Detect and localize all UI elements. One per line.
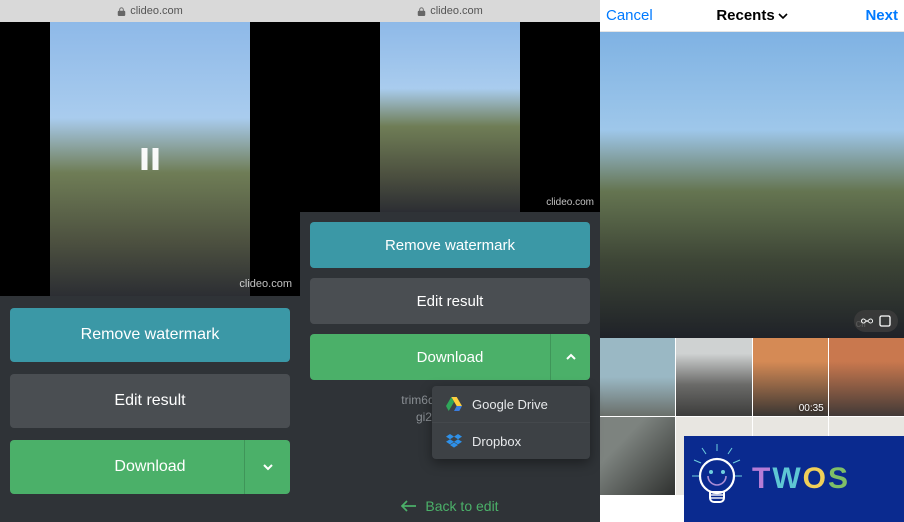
button-stack: Remove watermark Edit result Download — [300, 212, 600, 386]
back-to-edit-link[interactable]: Back to edit — [300, 476, 600, 522]
button-stack: Remove watermark Edit result Download — [0, 296, 300, 504]
dropdown-item-gdrive[interactable]: Google Drive — [432, 386, 590, 422]
thumbnail[interactable] — [600, 417, 675, 495]
arrow-left-icon — [401, 500, 417, 512]
chevron-down-icon — [261, 460, 275, 474]
twos-banner: TWOS — [684, 436, 904, 522]
button-label: Edit result — [114, 392, 185, 410]
square-icon — [878, 314, 892, 328]
edit-result-button[interactable]: Edit result — [10, 374, 290, 428]
dropdown-item-label: Google Drive — [472, 397, 548, 412]
download-button[interactable]: Download — [10, 440, 290, 494]
video-preview[interactable]: clideo.com — [0, 22, 300, 296]
lightbulb-icon — [690, 444, 744, 514]
thumbnail[interactable]: 00:35 — [753, 338, 828, 416]
edit-result-button[interactable]: Edit result — [310, 278, 590, 324]
url-bar: clideo.com — [300, 0, 600, 22]
watermark-text: clideo.com — [546, 197, 594, 208]
button-label: Download — [417, 349, 484, 366]
button-label: Remove watermark — [385, 237, 515, 254]
button-label: Edit result — [417, 293, 484, 310]
chevron-up-icon — [564, 350, 578, 364]
video-frame — [380, 22, 520, 212]
url-bar: clideo.com — [0, 0, 300, 22]
download-button[interactable]: Download — [310, 334, 590, 380]
link-label: Back to edit — [425, 498, 498, 514]
remove-watermark-button[interactable]: Remove watermark — [10, 308, 290, 362]
panel-left: clideo.com clideo.com Remove watermark E… — [0, 0, 300, 522]
download-options-toggle[interactable] — [244, 440, 290, 494]
thumbnail[interactable] — [829, 338, 904, 416]
live-photo-controls[interactable] — [854, 310, 898, 332]
photo-picker-header: Cancel Recents Next — [600, 0, 904, 32]
thumbnail[interactable] — [600, 338, 675, 416]
cancel-button[interactable]: Cancel — [606, 7, 660, 24]
duration-label: 00:35 — [799, 403, 824, 414]
lock-icon — [417, 7, 426, 16]
url-text: clideo.com — [130, 5, 183, 17]
url-text: clideo.com — [430, 5, 483, 17]
album-title-label: Recents — [716, 7, 774, 24]
lock-icon — [117, 7, 126, 16]
thumbnail[interactable] — [676, 338, 751, 416]
download-options-toggle[interactable] — [550, 334, 590, 380]
pause-icon[interactable] — [142, 148, 159, 170]
selected-photo-preview[interactable]: cli — [600, 32, 904, 338]
banner-text: TWOS — [752, 462, 850, 496]
infinity-icon — [860, 314, 874, 328]
dropdown-item-label: Dropbox — [472, 434, 521, 449]
dropbox-icon — [446, 433, 462, 449]
remove-watermark-button[interactable]: Remove watermark — [310, 222, 590, 268]
watermark-text: clideo.com — [239, 278, 292, 290]
next-button[interactable]: Next — [844, 7, 898, 24]
button-label: Download — [114, 458, 185, 476]
album-title-button[interactable]: Recents — [716, 7, 787, 24]
download-dropdown: Google Drive Dropbox — [432, 386, 590, 459]
dropdown-item-dropbox[interactable]: Dropbox — [432, 422, 590, 459]
button-label: Remove watermark — [81, 326, 220, 344]
chevron-down-icon — [778, 13, 788, 19]
video-preview[interactable]: clideo.com — [300, 22, 600, 212]
google-drive-icon — [446, 396, 462, 412]
